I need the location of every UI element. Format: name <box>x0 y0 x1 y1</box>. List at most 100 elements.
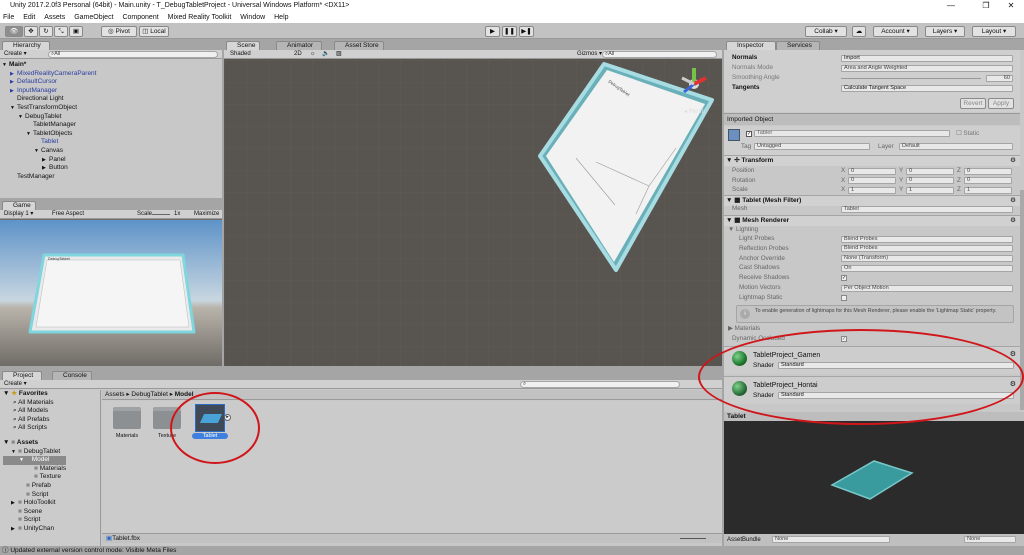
layers-dropdown[interactable]: Layers ▾ <box>925 26 965 37</box>
rect-tool-button[interactable]: ▣ <box>69 26 83 37</box>
assets-header[interactable]: ▼ ■ Assets <box>3 439 66 448</box>
project-folder-item[interactable]: ■ Texture <box>3 473 66 482</box>
materials-foldout[interactable]: ▶ Materials <box>728 324 760 334</box>
hierarchy-item[interactable]: ▼ TabletObjects <box>2 130 96 139</box>
collab-dropdown[interactable]: Collab ▾ <box>805 26 847 37</box>
pause-button[interactable]: ❚❚ <box>502 26 517 37</box>
shading-dropdown[interactable]: Shaded <box>230 51 251 57</box>
local-toggle[interactable]: ◫ Local <box>139 26 169 37</box>
gizmos-dropdown[interactable]: Gizmos ▾ <box>577 50 602 59</box>
revert-button[interactable]: Revert <box>960 98 986 109</box>
game-viewport[interactable]: DebugTablet <box>0 220 222 366</box>
foldout-arrow-icon[interactable]: ▶ <box>42 164 49 173</box>
audio-icon[interactable]: 🔈 <box>322 50 329 59</box>
minimize-button[interactable]: — <box>940 0 962 12</box>
hierarchy-item[interactable]: ▼ DebugTablet <box>2 113 96 122</box>
layout-dropdown[interactable]: Layout ▾ <box>972 26 1016 37</box>
maximize-on-play-toggle[interactable]: Maximize <box>194 210 219 219</box>
play-button[interactable]: ▶ <box>485 26 500 37</box>
scale-slider[interactable] <box>152 214 170 215</box>
material-settings-icon[interactable]: ⚙ <box>1010 350 1016 358</box>
hierarchy-item[interactable]: ▼ Main* <box>2 61 96 70</box>
hand-tool-button[interactable]: 👁 <box>5 26 23 37</box>
hierarchy-item[interactable]: TestManager <box>2 173 96 182</box>
scene-viewport[interactable]: DebugTablet ◂ Persp <box>224 60 722 366</box>
favorites-header[interactable]: ▼ ★ Favorites <box>3 390 66 399</box>
hierarchy-item[interactable]: TabletManager <box>2 121 96 130</box>
hierarchy-item[interactable]: ▶ InputManager <box>2 87 96 96</box>
object-name-field[interactable]: Tablet <box>754 130 950 137</box>
step-button[interactable]: ▶❚ <box>519 26 534 37</box>
menu-component[interactable]: Component <box>122 14 158 21</box>
menu-edit[interactable]: Edit <box>23 14 35 21</box>
foldout-arrow-icon[interactable]: ▼ <box>11 448 18 457</box>
foldout-arrow-icon[interactable]: ▶ <box>42 156 49 165</box>
close-button[interactable]: ✕ <box>1000 0 1022 12</box>
tab-scene[interactable]: Scene <box>226 41 260 50</box>
layer-dropdown[interactable]: Default <box>899 143 1013 150</box>
menu-assets[interactable]: Assets <box>44 14 65 21</box>
project-folder-item[interactable]: ■ Script <box>3 516 66 525</box>
mesh-preview[interactable] <box>724 421 1024 535</box>
static-checkbox[interactable]: ☐ Static <box>956 130 979 137</box>
foldout-arrow-icon[interactable]: ▶ <box>11 525 18 534</box>
hierarchy-search-input[interactable]: ⌕All <box>48 51 218 58</box>
favorites-item[interactable]: ⌕ All Prefabs <box>3 416 66 425</box>
hierarchy-item[interactable]: ▶ Panel <box>2 156 96 165</box>
project-folder-item[interactable]: ▶ ■ HoloToolkit <box>3 499 66 508</box>
project-folder-item[interactable]: ■ Script <box>3 491 66 500</box>
tag-dropdown[interactable]: Untagged <box>754 143 870 150</box>
foldout-arrow-icon[interactable]: ▼ <box>10 104 17 113</box>
cloud-icon[interactable]: ☁ <box>852 26 866 37</box>
project-create-button[interactable]: Create ▾ <box>4 381 27 387</box>
foldout-arrow-icon[interactable]: ▶ <box>10 78 17 87</box>
breadcrumb-debugtablet[interactable]: DebugTablet <box>131 391 168 398</box>
maximize-button[interactable]: ❐ <box>975 0 997 12</box>
breadcrumb-assets[interactable]: Assets <box>105 391 125 398</box>
project-folder-item[interactable]: ▼ ■ Model <box>3 456 67 465</box>
pivot-toggle[interactable]: ◎ Pivot <box>101 26 137 37</box>
menu-help[interactable]: Help <box>274 14 288 21</box>
hierarchy-item[interactable]: Tablet <box>2 138 96 147</box>
tab-services[interactable]: Services <box>776 41 820 50</box>
menu-mixed-reality-toolkit[interactable]: Mixed Reality Toolkit <box>168 14 232 21</box>
hierarchy-item[interactable]: ▶ DefaultCursor <box>2 78 96 87</box>
foldout-arrow-icon[interactable]: ▼ <box>18 113 25 122</box>
tab-animator[interactable]: Animator <box>276 41 322 50</box>
tab-project[interactable]: Project <box>2 371 42 380</box>
assetbundle-variant-dropdown[interactable]: None <box>964 536 1016 543</box>
foldout-arrow-icon[interactable]: ▶ <box>10 70 17 79</box>
hierarchy-create-button[interactable]: Create ▾ <box>4 51 27 57</box>
tangents-dropdown[interactable]: Calculate Tangent Space <box>841 84 1013 92</box>
apply-button[interactable]: Apply <box>988 98 1014 109</box>
project-search-input[interactable]: ⌕ <box>520 381 680 388</box>
hierarchy-item[interactable]: ▶ MixedRealityCameraParent <box>2 70 96 79</box>
active-checkbox[interactable]: ✓ <box>746 131 752 137</box>
foldout-arrow-icon[interactable]: ▶ <box>10 87 17 96</box>
2d-toggle[interactable]: 2D <box>294 50 302 59</box>
favorites-item[interactable]: ⌕ All Materials <box>3 399 66 408</box>
favorites-item[interactable]: ⌕ All Scripts <box>3 424 66 433</box>
hierarchy-item[interactable]: ▼ Canvas <box>2 147 96 156</box>
foldout-arrow-icon[interactable]: ▶ <box>11 499 18 508</box>
project-folder-item[interactable]: ■ Materials <box>3 465 66 474</box>
tab-console[interactable]: Console <box>52 371 92 380</box>
menu-window[interactable]: Window <box>240 14 265 21</box>
hierarchy-item[interactable]: ▶ Button <box>2 164 96 173</box>
hierarchy-item[interactable]: ▼ TestTransformObject <box>2 104 96 113</box>
menu-gameobject[interactable]: GameObject <box>74 14 113 21</box>
foldout-arrow-icon[interactable]: ▼ <box>19 456 26 465</box>
icon-size-slider[interactable] <box>680 538 706 539</box>
hierarchy-item[interactable]: Directional Light <box>2 95 96 104</box>
asset-tile-materials[interactable]: Materials <box>112 407 142 439</box>
account-dropdown[interactable]: Account ▾ <box>873 26 918 37</box>
tab-game[interactable]: Game <box>2 201 36 210</box>
foldout-arrow-icon[interactable]: ▼ <box>2 61 9 70</box>
project-folder-item[interactable]: ▶ ■ UnityChan <box>3 525 66 534</box>
display-dropdown[interactable]: Display 1 ▾ <box>4 211 33 217</box>
component-settings-icon[interactable]: ⚙ <box>1010 156 1016 166</box>
assetbundle-dropdown[interactable]: None <box>772 536 890 543</box>
effects-icon[interactable]: ▨ <box>336 50 342 59</box>
normals-dropdown[interactable]: Import <box>841 54 1013 62</box>
scale-tool-button[interactable]: ⤡ <box>54 26 68 37</box>
